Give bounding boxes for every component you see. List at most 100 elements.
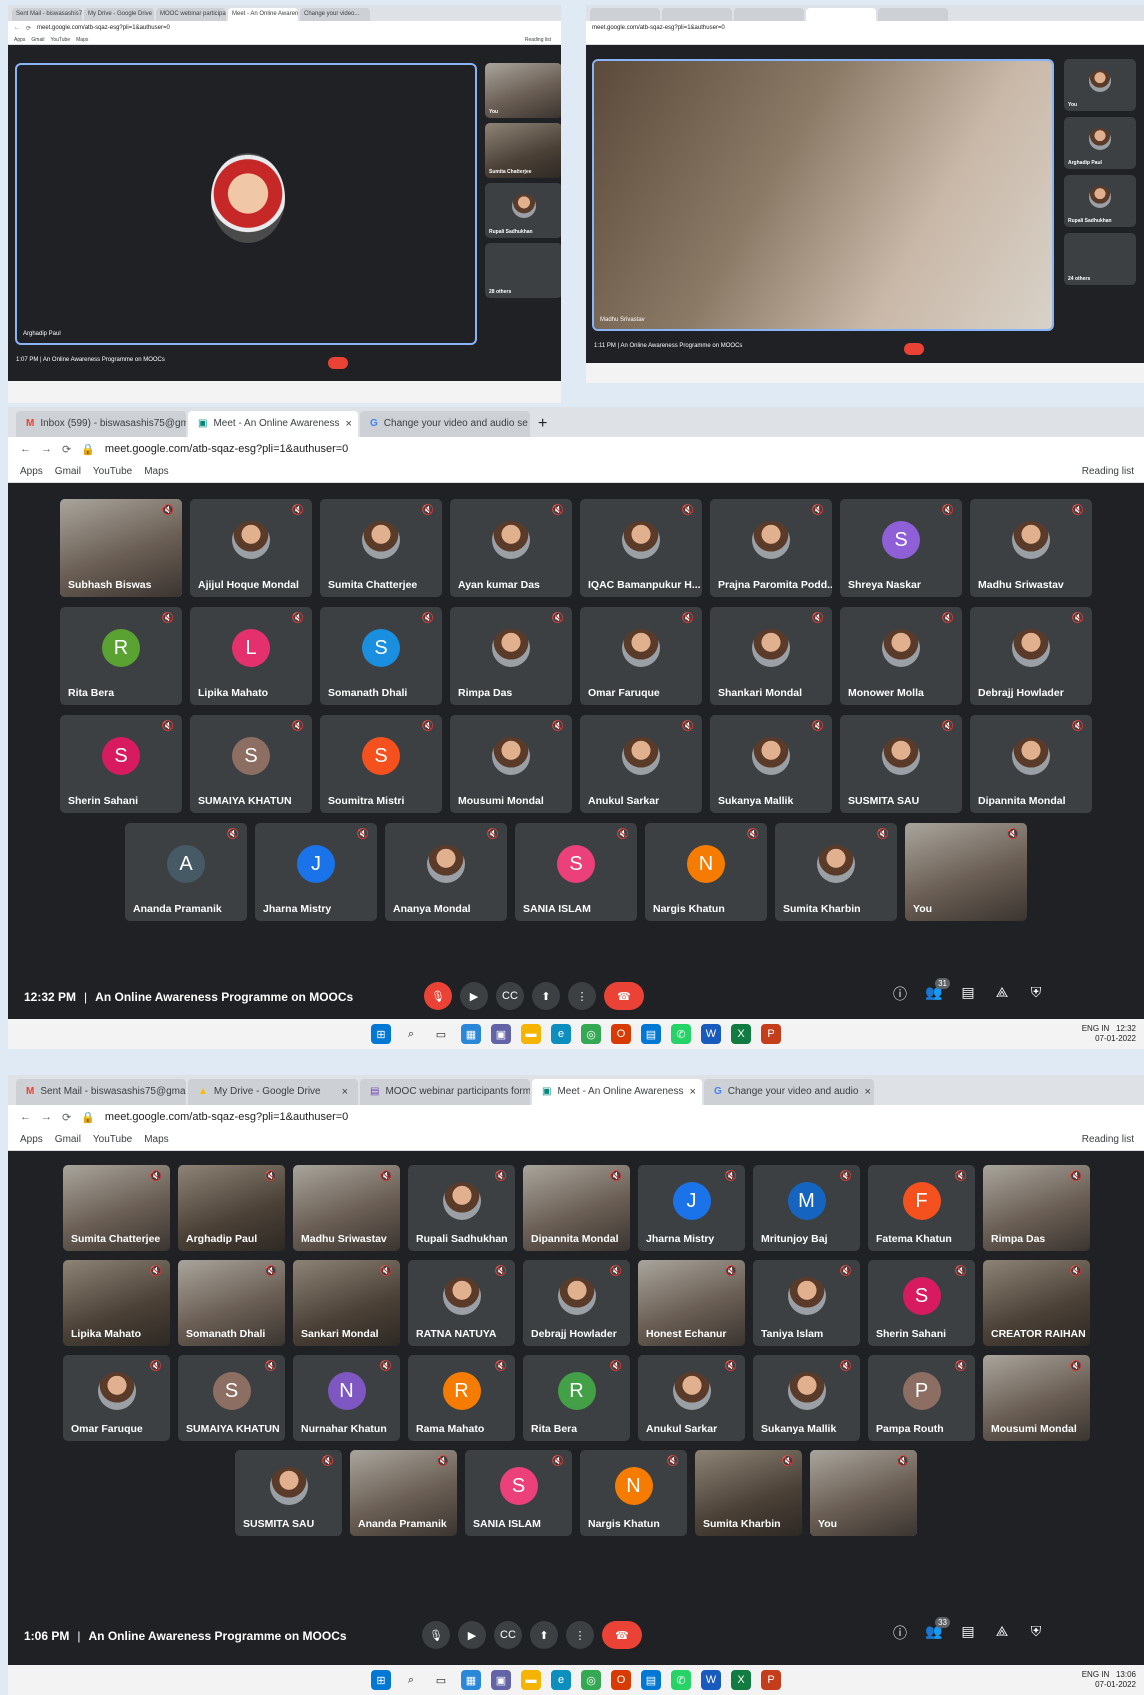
participant-tile[interactable]: S 🔇 SANIA ISLAM — [465, 1450, 572, 1536]
participant-tile[interactable]: 🔇 Madhu Sriwastav — [970, 499, 1092, 597]
participant-tile[interactable]: 🔇 Sukanya Mallik — [753, 1355, 860, 1441]
participant-tile[interactable]: M 🔇 Mritunjoy Baj — [753, 1165, 860, 1251]
forward-icon[interactable]: → — [41, 443, 52, 455]
widgets-icon[interactable]: ▦ — [461, 1024, 481, 1044]
participant-tile[interactable]: 🔇 Anukul Sarkar — [580, 715, 702, 813]
bookmark-youtube[interactable]: YouTube — [93, 466, 132, 477]
participant-tile[interactable]: S 🔇 SUMAIYA KHATUN — [178, 1355, 285, 1441]
participant-tile[interactable]: 🔇 Sumita Kharbin — [775, 823, 897, 921]
participant-tile[interactable]: S 🔇 SANIA ISLAM — [515, 823, 637, 921]
excel-icon[interactable]: X — [731, 1024, 751, 1044]
chat-icon[interactable]: ▤ — [956, 1623, 980, 1640]
participant-tile[interactable]: 🔇 SUSMITA SAU — [840, 715, 962, 813]
browser-tab[interactable] — [878, 8, 948, 21]
participant-tile[interactable]: 🔇 Omar Faruque — [580, 607, 702, 705]
participant-tile[interactable]: J 🔇 Jharna Mistry — [638, 1165, 745, 1251]
side-tile[interactable]: Rupali Sadhukhan — [1064, 175, 1136, 227]
participant-tile[interactable]: 🔇 Sumita Chatterjee — [63, 1165, 170, 1251]
more-options-button[interactable]: ⋮ — [566, 1621, 594, 1649]
browser-tab[interactable]: Change your video... — [300, 8, 370, 21]
windows-start-icon[interactable]: ⊞ — [371, 1024, 391, 1044]
bookmark-maps[interactable]: Maps — [76, 37, 88, 43]
close-icon[interactable]: × — [864, 1079, 870, 1105]
file-explorer-icon[interactable]: ▬ — [521, 1024, 541, 1044]
participant-tile[interactable]: S 🔇 Soumitra Mistri — [320, 715, 442, 813]
participant-tile[interactable]: 🔇 Rimpa Das — [450, 607, 572, 705]
participant-tile[interactable]: 🔇 Mousumi Mondal — [450, 715, 572, 813]
browser-tab-meet[interactable]: ▣ Meet - An Online Awareness × — [532, 1079, 702, 1105]
host-controls-icon[interactable]: ⛨ — [1024, 1623, 1048, 1640]
people-icon[interactable]: 👥 31 — [922, 978, 950, 1001]
participant-tile[interactable]: F 🔇 Fatema Khatun — [868, 1165, 975, 1251]
windows-start-icon[interactable]: ⊞ — [371, 1670, 391, 1690]
browser-tab[interactable] — [734, 8, 804, 21]
participant-tile[interactable]: R 🔇 Rita Bera — [60, 607, 182, 705]
office-icon[interactable]: O — [611, 1024, 631, 1044]
widgets-icon[interactable]: ▦ — [461, 1670, 481, 1690]
search-icon[interactable]: ⌕ — [401, 1024, 421, 1044]
participant-tile[interactable]: 🔇 Ananda Pramanik — [350, 1450, 457, 1536]
url-text[interactable]: meet.google.com/atb-sqaz-esg?pli=1&authu… — [105, 443, 348, 455]
address-bar[interactable]: ← → ⟳ 🔒 meet.google.com/atb-sqaz-esg?pli=1&a… — [8, 437, 1144, 461]
teams-icon[interactable]: ▣ — [491, 1024, 511, 1044]
participant-tile[interactable]: 🔇 Sankari Mondal — [293, 1260, 400, 1346]
participant-tile[interactable]: 🔇 You — [905, 823, 1027, 921]
back-icon[interactable]: ← — [20, 443, 31, 455]
chrome-icon[interactable]: ◎ — [581, 1024, 601, 1044]
participant-tile[interactable]: J 🔇 Jharna Mistry — [255, 823, 377, 921]
browser-tab-google[interactable]: GChange your video and audio se× — [360, 411, 530, 437]
browser-tab[interactable] — [662, 8, 732, 21]
teams-icon[interactable]: ▣ — [491, 1670, 511, 1690]
activities-icon[interactable]: ⟁ — [990, 1623, 1014, 1640]
participant-tile[interactable]: L 🔇 Lipika Mahato — [190, 607, 312, 705]
address-bar[interactable]: meet.google.com/atb-sqaz-esg?pli=1&authu… — [586, 21, 1144, 35]
bookmark-gmail[interactable]: Gmail — [31, 37, 44, 43]
side-tile-others[interactable]: 28 others — [485, 243, 561, 298]
participant-tile[interactable]: 🔇 Anukul Sarkar — [638, 1355, 745, 1441]
bookmark-apps[interactable]: Apps — [20, 1134, 43, 1145]
mic-button[interactable]: 🎙 — [422, 1621, 450, 1649]
side-tile-others[interactable]: 24 others — [1064, 233, 1136, 285]
participant-tile[interactable]: A 🔇 Ananda Pramanik — [125, 823, 247, 921]
forward-icon[interactable]: → — [41, 1111, 52, 1123]
browser-tab-meet[interactable]: ▣ Meet - An Online Awareness × — [188, 411, 358, 437]
whatsapp-icon[interactable]: ✆ — [671, 1670, 691, 1690]
leave-call-button[interactable] — [328, 357, 348, 369]
chrome-icon[interactable]: ◎ — [581, 1670, 601, 1690]
participant-tile[interactable]: 🔇 Taniya Islam — [753, 1260, 860, 1346]
mic-off-button[interactable]: 🎙 — [424, 982, 452, 1010]
reading-list[interactable]: Reading list — [525, 37, 551, 43]
reload-icon[interactable]: ⟳ — [62, 443, 71, 456]
bookmark-apps[interactable]: Apps — [20, 466, 43, 477]
participant-tile[interactable]: 🔇 Shankari Mondal — [710, 607, 832, 705]
reading-list[interactable]: Reading list — [1082, 1134, 1134, 1145]
reading-list[interactable]: Reading list — [1082, 466, 1134, 477]
address-bar[interactable]: ← → ⟳ 🔒 meet.google.com/atb-sqaz-esg?pli=1&a… — [8, 1105, 1144, 1129]
host-controls-icon[interactable]: ⛨ — [1024, 984, 1048, 1001]
participant-tile[interactable]: P 🔇 Pampa Routh — [868, 1355, 975, 1441]
side-tile[interactable]: Sumita Chatterjee — [485, 123, 561, 178]
task-view-icon[interactable]: ▭ — [431, 1024, 451, 1044]
participant-tile[interactable]: 🔇 Honest Echanur — [638, 1260, 745, 1346]
participant-tile[interactable]: N 🔇 Nurnahar Khatun — [293, 1355, 400, 1441]
participant-tile[interactable]: 🔇 Dipannita Mondal — [523, 1165, 630, 1251]
participant-tile[interactable]: S 🔇 Shreya Naskar — [840, 499, 962, 597]
side-tile-you[interactable]: You — [1064, 59, 1136, 111]
reload-icon[interactable]: ⟳ — [62, 1111, 71, 1124]
participant-tile[interactable]: 🔇 Arghadip Paul — [178, 1165, 285, 1251]
presenter-tile[interactable]: Arghadip Paul — [15, 63, 477, 345]
participant-tile[interactable]: 🔇 Prajna Paromita Podd... — [710, 499, 832, 597]
participant-tile[interactable]: 🔇 IQAC Bamanpukur H... — [580, 499, 702, 597]
participant-tile[interactable]: 🔇 SUSMITA SAU — [235, 1450, 342, 1536]
participant-tile[interactable]: S 🔇 Sherin Sahani — [60, 715, 182, 813]
participant-tile[interactable]: 🔇 Lipika Mahato — [63, 1260, 170, 1346]
presenter-tile[interactable]: Madhu Srivastav — [592, 59, 1054, 331]
url-text[interactable]: meet.google.com/atb-sqaz-esg?pli=1&authu… — [592, 25, 725, 31]
participant-tile[interactable]: S 🔇 Somanath Dhali — [320, 607, 442, 705]
browser-tab-gmail[interactable]: MSent Mail - biswasashis75@gma× — [16, 1079, 186, 1105]
bookmark-youtube[interactable]: YouTube — [50, 37, 70, 43]
close-icon[interactable]: × — [689, 1079, 695, 1105]
participant-tile[interactable]: 🔇 Somanath Dhali — [178, 1260, 285, 1346]
address-bar[interactable]: ← ⟳ meet.google.com/atb-sqaz-esg?pli=1&aut… — [8, 21, 561, 35]
participant-tile[interactable]: 🔇 Dipannita Mondal — [970, 715, 1092, 813]
